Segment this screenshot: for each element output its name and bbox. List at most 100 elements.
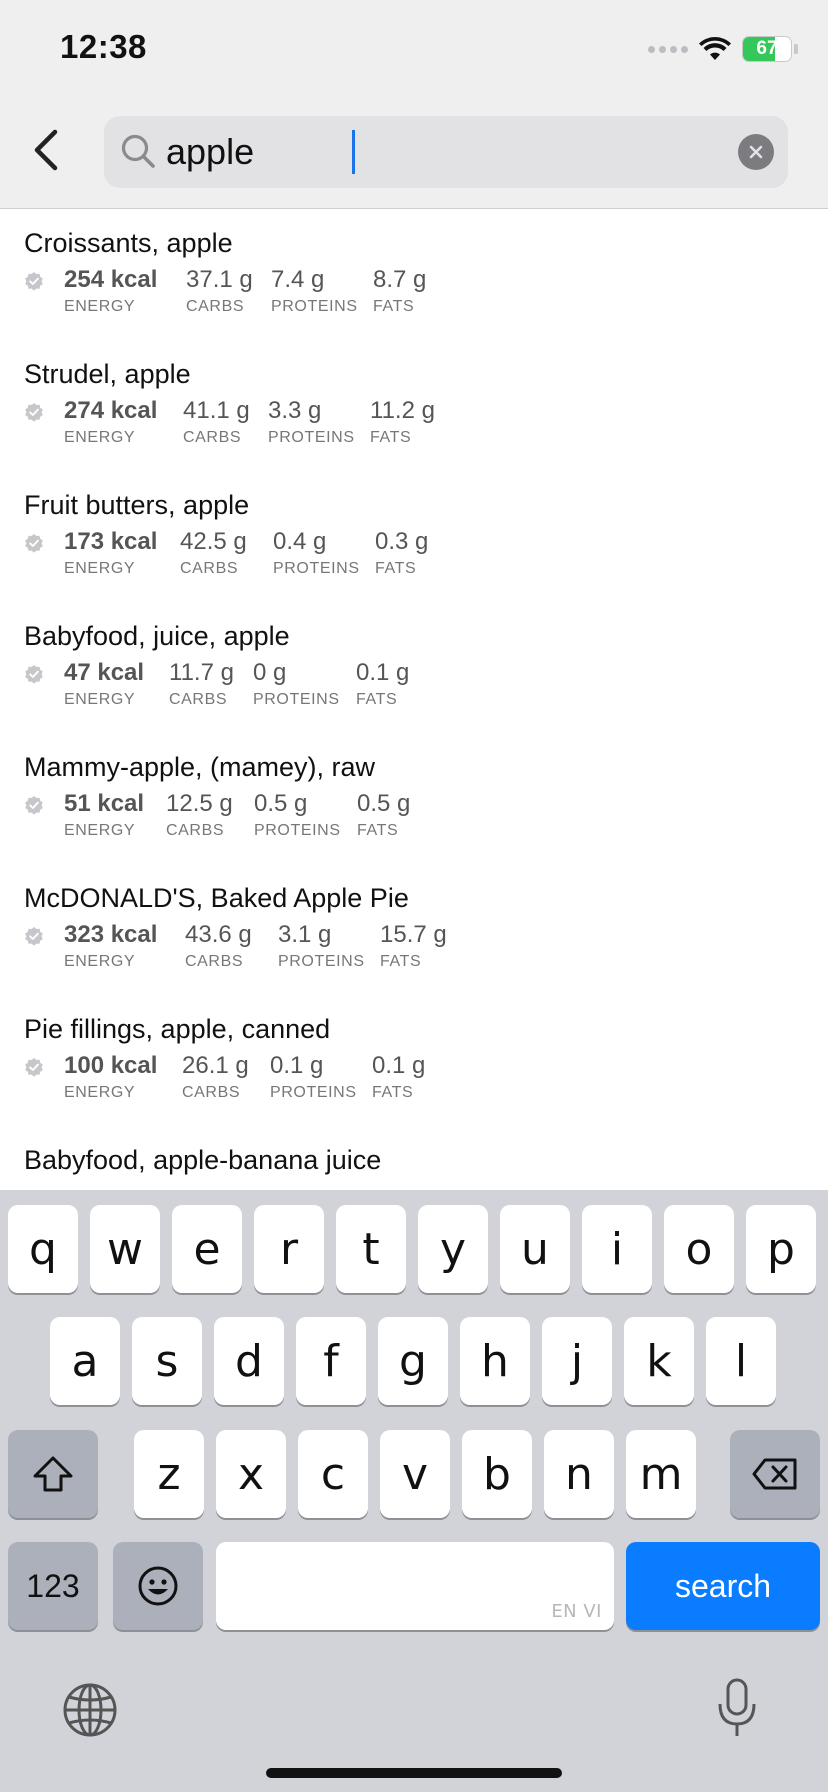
text-caret <box>352 130 355 174</box>
proteins-label: PROTEINS <box>273 560 360 577</box>
key-p[interactable]: p <box>746 1205 816 1293</box>
verified-icon <box>25 927 43 946</box>
fats-label: FATS <box>375 560 417 577</box>
nutrient-proteins: 0.5 g PROTEINS <box>254 790 341 840</box>
keyboard: 123 EN VI search qwertyuiop asdfghjkl zxcv… <box>0 1190 828 1792</box>
backspace-key[interactable] <box>730 1430 820 1518</box>
key-b[interactable]: b <box>462 1430 532 1518</box>
battery-percent: 67 <box>756 38 778 59</box>
result-item[interactable]: Strudel, apple 274 kcal ENERGY 41.1 g CARBS 3… <box>0 341 828 472</box>
verified-icon <box>25 796 43 815</box>
key-x[interactable]: x <box>216 1430 286 1518</box>
key-c[interactable]: c <box>298 1430 368 1518</box>
status-time: 12:38 <box>60 28 147 65</box>
emoji-key[interactable] <box>113 1542 203 1630</box>
key-k[interactable]: k <box>624 1317 694 1405</box>
key-i[interactable]: i <box>582 1205 652 1293</box>
carbs-label: CARBS <box>180 560 239 577</box>
key-j[interactable]: j <box>542 1317 612 1405</box>
nutrient-proteins: 0.4 g PROTEINS <box>273 528 360 578</box>
key-o[interactable]: o <box>664 1205 734 1293</box>
results-list: Croissants, apple 254 kcal ENERGY 37.1 g CAR… <box>0 210 828 1190</box>
nutrient-energy: 51 kcal ENERGY <box>64 790 144 840</box>
result-item[interactable]: Babyfood, juice, apple 47 kcal ENERGY 11.7 … <box>0 603 828 734</box>
nutrient-carbs: 42.5 g CARBS <box>180 528 247 578</box>
key-n[interactable]: n <box>544 1430 614 1518</box>
key-e[interactable]: e <box>172 1205 242 1293</box>
microphone-icon[interactable] <box>716 1678 758 1738</box>
carbs-value: 11.7 g <box>169 659 234 686</box>
key-a[interactable]: a <box>50 1317 120 1405</box>
nutrient-energy: 47 kcal ENERGY <box>64 659 144 709</box>
keyboard-language-hint: EN VI <box>551 1601 602 1622</box>
wifi-icon <box>699 37 731 60</box>
search-key[interactable]: search <box>626 1542 820 1630</box>
result-item[interactable]: McDONALD'S, Baked Apple Pie 323 kcal ENERG… <box>0 865 828 996</box>
energy-label: ENERGY <box>64 691 136 708</box>
key-u[interactable]: u <box>500 1205 570 1293</box>
result-item[interactable]: Pie fillings, apple, canned 100 kcal ENERG… <box>0 996 828 1127</box>
key-y[interactable]: y <box>418 1205 488 1293</box>
shift-icon <box>33 1456 73 1492</box>
proteins-value: 0.1 g <box>270 1052 324 1079</box>
nutrient-energy: 100 kcal ENERGY <box>64 1052 157 1102</box>
result-item[interactable]: Mammy-apple, (mamey), raw 51 kcal ENERGY 12… <box>0 734 828 865</box>
energy-value: 100 kcal <box>64 1052 158 1079</box>
clear-search-button[interactable] <box>738 134 774 170</box>
energy-value: 51 kcal <box>64 790 145 817</box>
result-title: Mammy-apple, (mamey), raw <box>24 752 376 782</box>
key-q[interactable]: q <box>8 1205 78 1293</box>
energy-value: 254 kcal <box>64 266 158 293</box>
key-t[interactable]: t <box>336 1205 406 1293</box>
close-icon <box>749 145 763 159</box>
proteins-value: 0.4 g <box>273 528 327 555</box>
key-h[interactable]: h <box>460 1317 530 1405</box>
key-v[interactable]: v <box>380 1430 450 1518</box>
proteins-label: PROTEINS <box>254 822 341 839</box>
carbs-value: 26.1 g <box>182 1052 249 1079</box>
result-item[interactable]: Babyfood, apple-banana juice <box>0 1127 828 1190</box>
result-item[interactable]: Croissants, apple 254 kcal ENERGY 37.1 g CAR… <box>0 210 828 341</box>
numbers-key[interactable]: 123 <box>8 1542 98 1630</box>
proteins-label: PROTEINS <box>270 1084 357 1101</box>
fats-value: 0.1 g <box>372 1052 426 1079</box>
key-z[interactable]: z <box>134 1430 204 1518</box>
nutrient-proteins: 3.3 g PROTEINS <box>268 397 355 447</box>
key-d[interactable]: d <box>214 1317 284 1405</box>
key-m[interactable]: m <box>626 1430 696 1518</box>
result-title: Pie fillings, apple, canned <box>24 1014 331 1044</box>
key-w[interactable]: w <box>90 1205 160 1293</box>
energy-label: ENERGY <box>64 822 136 839</box>
key-s[interactable]: s <box>132 1317 202 1405</box>
nutrient-energy: 274 kcal ENERGY <box>64 397 157 447</box>
search-bar[interactable] <box>104 116 788 188</box>
key-g[interactable]: g <box>378 1317 448 1405</box>
carbs-label: CARBS <box>182 1084 241 1101</box>
energy-label: ENERGY <box>64 1084 136 1101</box>
carbs-value: 37.1 g <box>186 266 253 293</box>
space-key[interactable]: EN VI <box>216 1542 614 1630</box>
fats-value: 0.3 g <box>375 528 429 555</box>
cellular-signal-icon <box>648 45 688 53</box>
back-button[interactable] <box>18 122 74 178</box>
fats-value: 0.1 g <box>356 659 410 686</box>
globe-icon[interactable] <box>62 1682 118 1738</box>
nutrient-fats: 8.7 g FATS <box>373 266 426 316</box>
fats-label: FATS <box>372 1084 414 1101</box>
proteins-value: 3.1 g <box>278 921 332 948</box>
fats-label: FATS <box>380 953 422 970</box>
result-item[interactable]: Fruit butters, apple 173 kcal ENERGY 42.5 g… <box>0 472 828 603</box>
carbs-value: 43.6 g <box>185 921 252 948</box>
key-l[interactable]: l <box>706 1317 776 1405</box>
shift-key[interactable] <box>8 1430 98 1518</box>
fats-value: 8.7 g <box>373 266 427 293</box>
search-input[interactable] <box>166 128 726 176</box>
key-r[interactable]: r <box>254 1205 324 1293</box>
nutrient-proteins: 7.4 g PROTEINS <box>271 266 358 316</box>
nutrient-proteins: 3.1 g PROTEINS <box>278 921 365 971</box>
result-title: Babyfood, juice, apple <box>24 621 290 651</box>
status-icons: 67 <box>648 34 798 64</box>
nutrient-energy: 323 kcal ENERGY <box>64 921 157 971</box>
key-f[interactable]: f <box>296 1317 366 1405</box>
nutrient-carbs: 37.1 g CARBS <box>186 266 253 316</box>
